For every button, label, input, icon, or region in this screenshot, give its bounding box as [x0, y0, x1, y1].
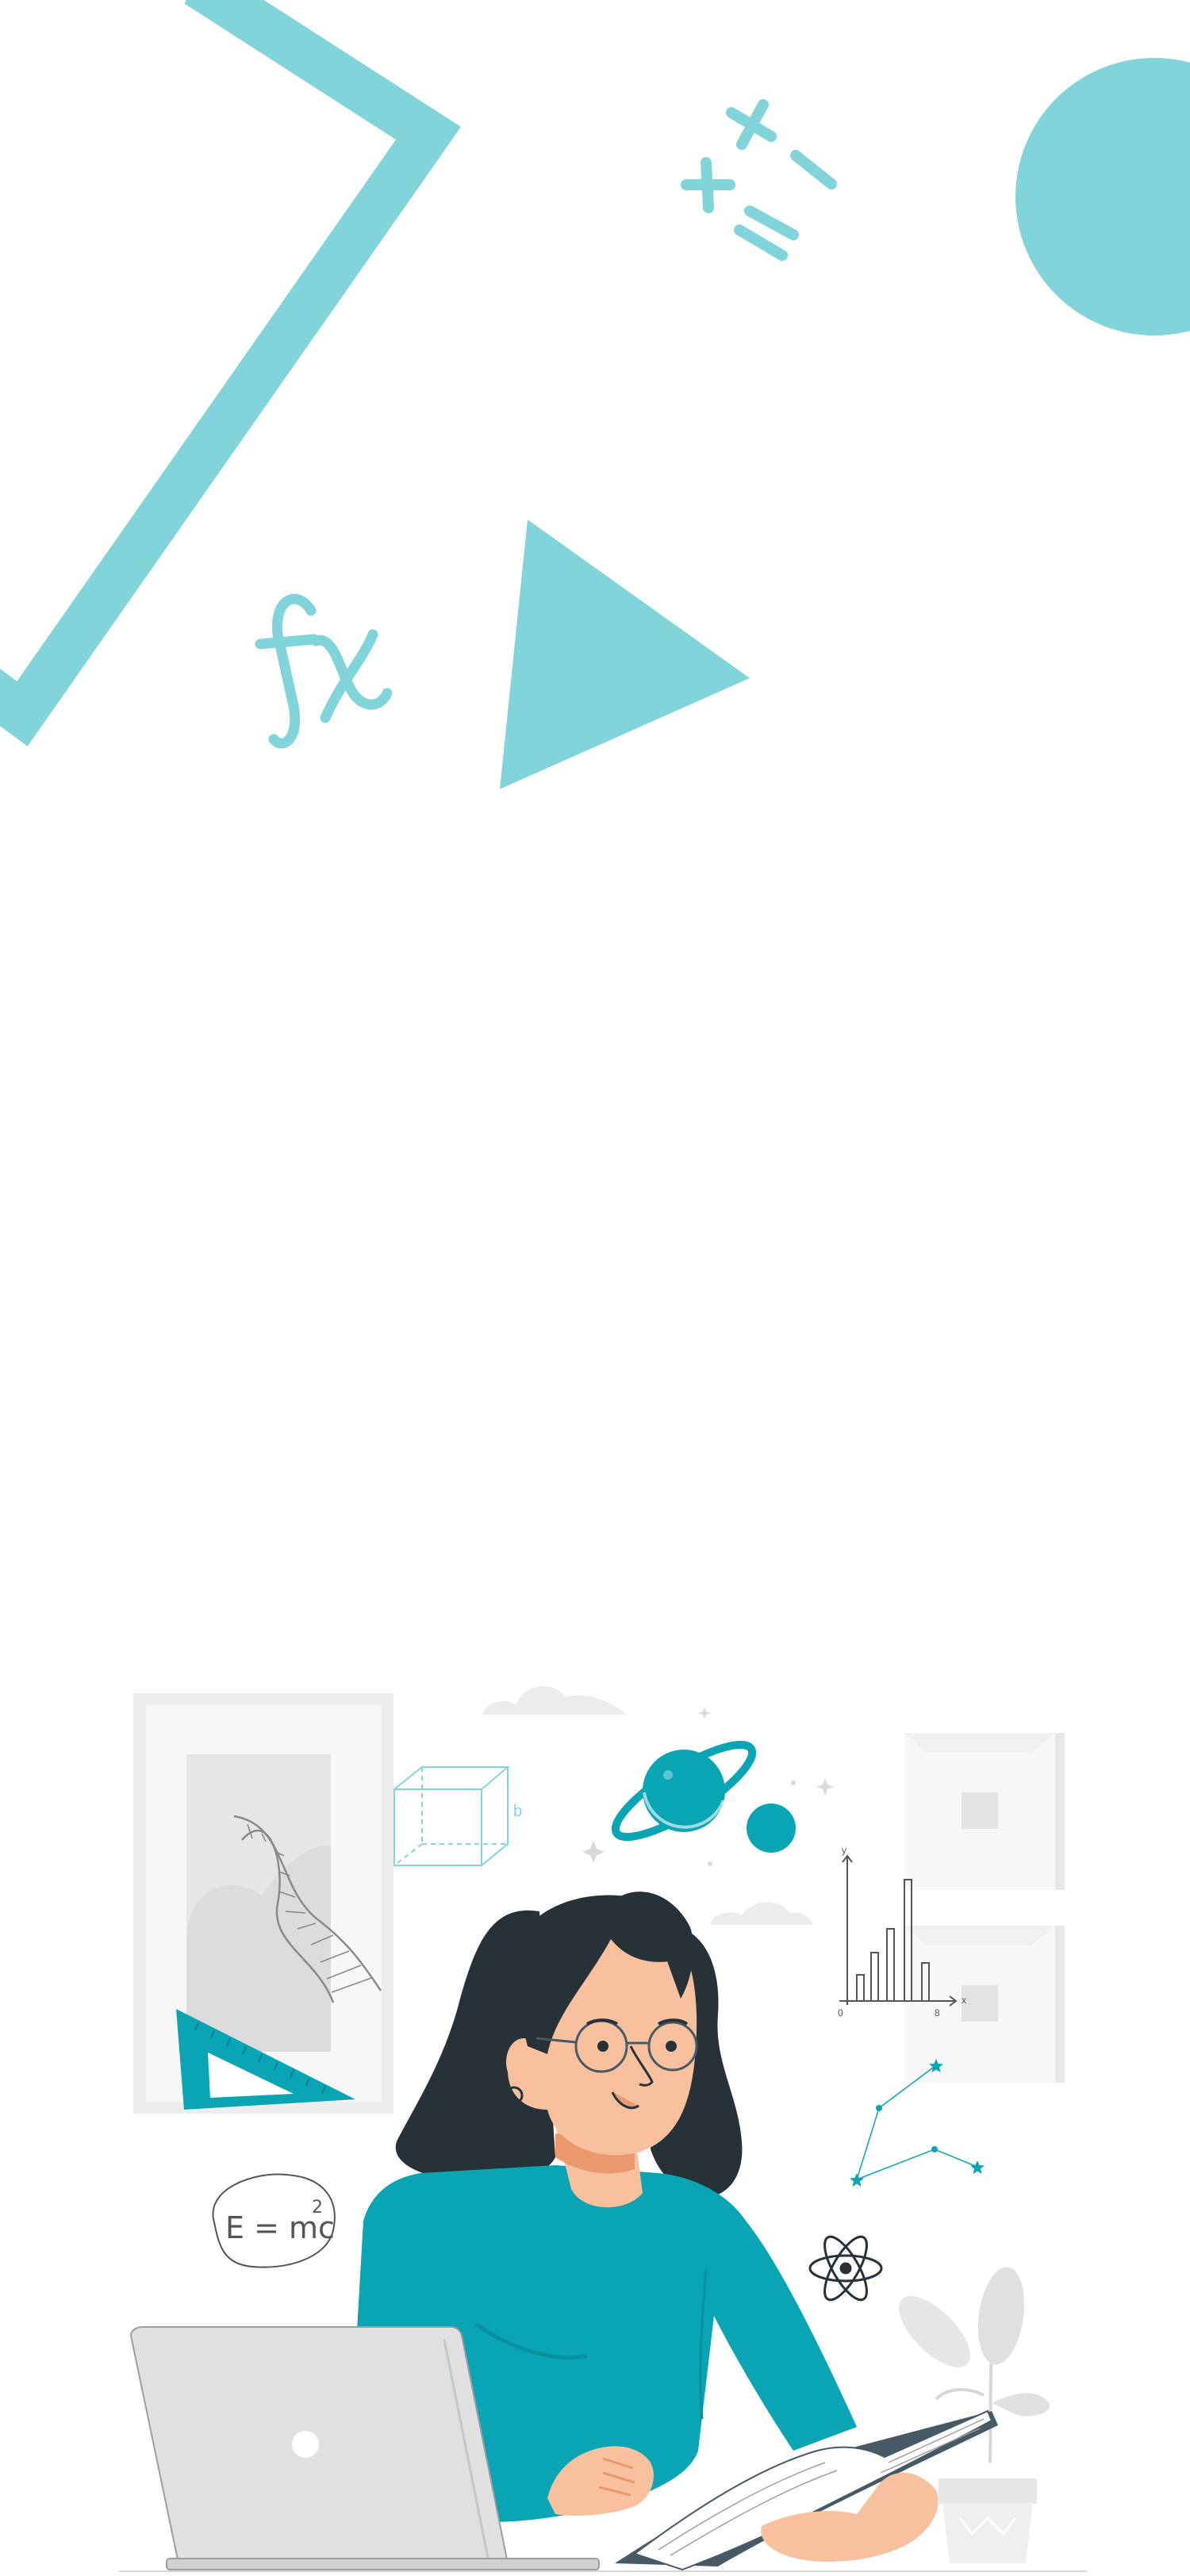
cube-label: b — [513, 1803, 522, 1820]
chart-y-label: y — [842, 1845, 846, 1856]
atom-icon — [808, 2235, 883, 2302]
wall-frame-right-top — [904, 1733, 1065, 1890]
cloud-icon — [482, 1685, 627, 1715]
page-canvas: b y x 0 8 E = mc 2 — [0, 0, 1190, 2576]
chart-x-tick-label: 8 — [935, 2007, 940, 2018]
cloud-icon — [710, 1902, 813, 1925]
formula-exponent: 2 — [312, 2198, 323, 2218]
study-illustration: b y x 0 8 E = mc 2 — [119, 1685, 1087, 2572]
moon-icon — [747, 1804, 796, 1853]
cube-icon — [393, 1766, 510, 1866]
wall-frame-right-bottom — [904, 1926, 1065, 2083]
chart-origin-label: 0 — [838, 2007, 843, 2018]
planet-icon — [611, 1740, 757, 1842]
formula-bubble: E = mc 2 — [212, 2173, 336, 2268]
wall-frame-left — [133, 1693, 393, 2114]
chart-x-label: x — [962, 1995, 966, 2006]
